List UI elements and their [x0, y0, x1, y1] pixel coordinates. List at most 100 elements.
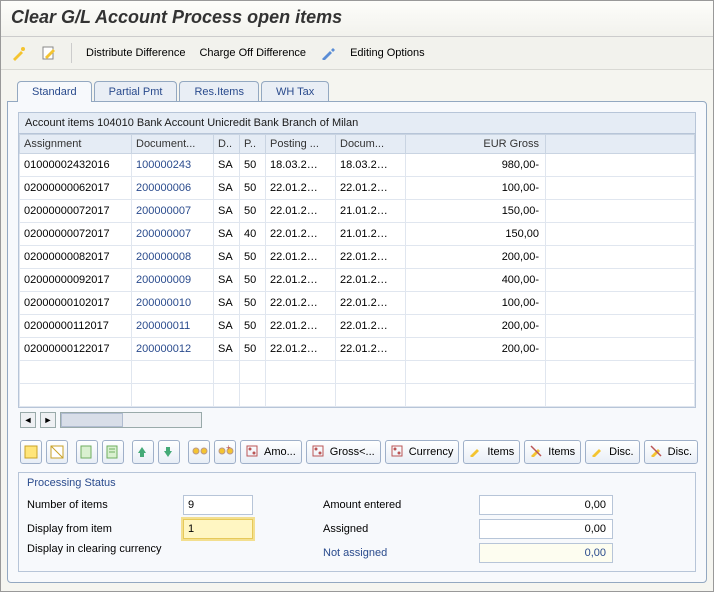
- cell-gross[interactable]: 150,00-: [406, 200, 546, 223]
- cell-d[interactable]: SA: [214, 200, 240, 223]
- col-assignment[interactable]: Assignment: [20, 135, 132, 154]
- not-assigned-label[interactable]: Not assigned: [323, 547, 473, 559]
- cell-document[interactable]: 200000010: [132, 292, 214, 315]
- cell-assignment[interactable]: 01000002432016: [20, 154, 132, 177]
- cell-assignment[interactable]: 02000000092017: [20, 269, 132, 292]
- cell-gross[interactable]: 400,00-: [406, 269, 546, 292]
- cell-assignment[interactable]: 02000000072017: [20, 200, 132, 223]
- cell-posting[interactable]: 22.01.2…: [266, 315, 336, 338]
- sort-desc-button[interactable]: [158, 440, 180, 464]
- table-row[interactable]: 02000000072017200000007SA5022.01.2…21.01…: [20, 200, 695, 223]
- editing-options-link[interactable]: Editing Options: [350, 47, 425, 59]
- table-row[interactable]: 02000000112017200000011SA5022.01.2…22.01…: [20, 315, 695, 338]
- cell-document[interactable]: 200000012: [132, 338, 214, 361]
- find-button[interactable]: [188, 440, 210, 464]
- cell-posting[interactable]: 22.01.2…: [266, 338, 336, 361]
- charge-off-difference-link[interactable]: Charge Off Difference: [199, 47, 306, 59]
- cell-posting[interactable]: 22.01.2…: [266, 269, 336, 292]
- cell-docdate[interactable]: 22.01.2…: [336, 315, 406, 338]
- cell-assignment[interactable]: 02000000122017: [20, 338, 132, 361]
- table-row[interactable]: 02000000102017200000010SA5022.01.2…22.01…: [20, 292, 695, 315]
- cell-p[interactable]: 50: [240, 292, 266, 315]
- cell-docdate[interactable]: 21.01.2…: [336, 200, 406, 223]
- cell-d[interactable]: SA: [214, 154, 240, 177]
- select-all-button[interactable]: [20, 440, 42, 464]
- cell-gross[interactable]: 100,00-: [406, 177, 546, 200]
- cell-posting[interactable]: 22.01.2…: [266, 177, 336, 200]
- cell-d[interactable]: SA: [214, 338, 240, 361]
- cell-document[interactable]: 200000008: [132, 246, 214, 269]
- amount-button[interactable]: Amo...: [240, 440, 302, 464]
- cell-docdate[interactable]: 21.01.2…: [336, 223, 406, 246]
- cell-gross[interactable]: 200,00-: [406, 338, 546, 361]
- cell-document[interactable]: 200000009: [132, 269, 214, 292]
- cell-p[interactable]: 50: [240, 154, 266, 177]
- cell-assignment[interactable]: 02000000072017: [20, 223, 132, 246]
- cell-docdate[interactable]: 22.01.2…: [336, 292, 406, 315]
- deselect-all-button[interactable]: [46, 440, 68, 464]
- table-row[interactable]: 02000000072017200000007SA4022.01.2…21.01…: [20, 223, 695, 246]
- scroll-track[interactable]: [60, 412, 202, 428]
- cell-p[interactable]: 50: [240, 338, 266, 361]
- cell-gross[interactable]: 200,00-: [406, 315, 546, 338]
- cell-p[interactable]: 50: [240, 200, 266, 223]
- col-gross[interactable]: EUR Gross: [406, 135, 546, 154]
- cell-document[interactable]: 100000243: [132, 154, 214, 177]
- col-p[interactable]: P..: [240, 135, 266, 154]
- cell-p[interactable]: 50: [240, 315, 266, 338]
- cell-assignment[interactable]: 02000000102017: [20, 292, 132, 315]
- sort-asc-button[interactable]: [132, 440, 154, 464]
- cell-docdate[interactable]: 22.01.2…: [336, 246, 406, 269]
- col-d[interactable]: D..: [214, 135, 240, 154]
- cell-document[interactable]: 200000011: [132, 315, 214, 338]
- table-row[interactable]: 02000000062017200000006SA5022.01.2…22.01…: [20, 177, 695, 200]
- currency-button[interactable]: Currency: [385, 440, 460, 464]
- cell-document[interactable]: 200000006: [132, 177, 214, 200]
- disc-deactivate-button[interactable]: Disc.: [644, 440, 698, 464]
- disc-activate-button[interactable]: Disc.: [585, 440, 639, 464]
- cell-posting[interactable]: 22.01.2…: [266, 292, 336, 315]
- table-row[interactable]: 02000000092017200000009SA5022.01.2…22.01…: [20, 269, 695, 292]
- cell-d[interactable]: SA: [214, 246, 240, 269]
- items-deactivate-button[interactable]: Items: [524, 440, 581, 464]
- cell-d[interactable]: SA: [214, 223, 240, 246]
- cell-posting[interactable]: 22.01.2…: [266, 246, 336, 269]
- wand-icon[interactable]: [11, 45, 27, 61]
- cell-p[interactable]: 50: [240, 269, 266, 292]
- cell-d[interactable]: SA: [214, 315, 240, 338]
- cell-document[interactable]: 200000007: [132, 223, 214, 246]
- col-document[interactable]: Document...: [132, 135, 214, 154]
- scroll-thumb[interactable]: [61, 413, 123, 427]
- cell-gross[interactable]: 200,00-: [406, 246, 546, 269]
- cell-docdate[interactable]: 22.01.2…: [336, 177, 406, 200]
- tab-standard[interactable]: Standard: [17, 81, 92, 102]
- find-next-button[interactable]: +: [214, 440, 236, 464]
- table-row[interactable]: 01000002432016100000243SA5018.03.2…18.03…: [20, 154, 695, 177]
- table-row[interactable]: 02000000082017200000008SA5022.01.2…22.01…: [20, 246, 695, 269]
- cell-gross[interactable]: 980,00-: [406, 154, 546, 177]
- doc-button-1[interactable]: [76, 440, 98, 464]
- tab-wh-tax[interactable]: WH Tax: [261, 81, 329, 102]
- distribute-difference-link[interactable]: Distribute Difference: [86, 47, 185, 59]
- scroll-left-button[interactable]: ◄: [20, 412, 36, 428]
- cell-docdate[interactable]: 22.01.2…: [336, 338, 406, 361]
- cell-docdate[interactable]: 18.03.2…: [336, 154, 406, 177]
- doc-button-2[interactable]: [102, 440, 124, 464]
- cell-posting[interactable]: 18.03.2…: [266, 154, 336, 177]
- items-activate-button[interactable]: Items: [463, 440, 520, 464]
- cell-assignment[interactable]: 02000000062017: [20, 177, 132, 200]
- cell-d[interactable]: SA: [214, 292, 240, 315]
- edit-doc-icon[interactable]: [41, 45, 57, 61]
- num-items-field[interactable]: [183, 495, 253, 515]
- col-posting[interactable]: Posting ...: [266, 135, 336, 154]
- tab-res-items[interactable]: Res.Items: [179, 81, 259, 102]
- cell-posting[interactable]: 22.01.2…: [266, 223, 336, 246]
- table-row[interactable]: 02000000122017200000012SA5022.01.2…22.01…: [20, 338, 695, 361]
- cell-posting[interactable]: 22.01.2…: [266, 200, 336, 223]
- cell-d[interactable]: SA: [214, 269, 240, 292]
- cell-p[interactable]: 50: [240, 177, 266, 200]
- cell-assignment[interactable]: 02000000082017: [20, 246, 132, 269]
- display-from-field[interactable]: [183, 519, 253, 539]
- cell-d[interactable]: SA: [214, 177, 240, 200]
- cell-p[interactable]: 50: [240, 246, 266, 269]
